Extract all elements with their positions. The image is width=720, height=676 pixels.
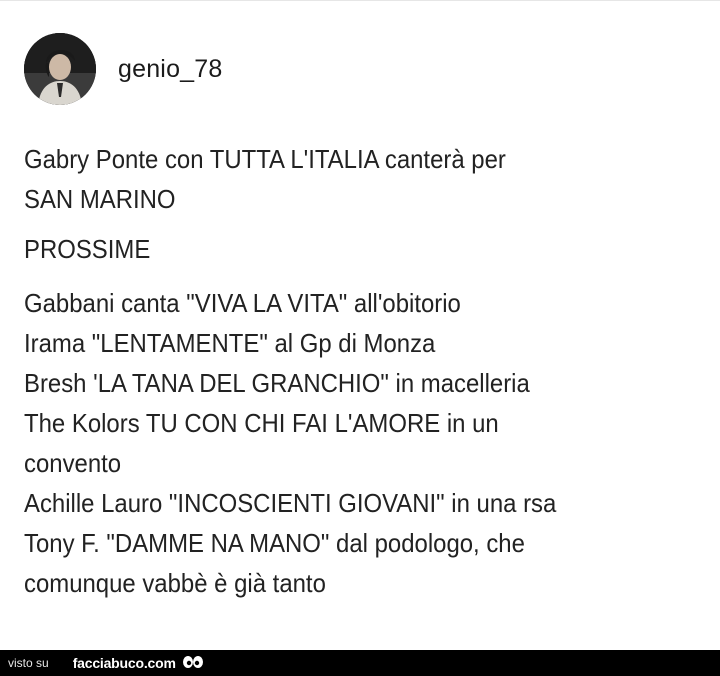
list-item: Gabbani canta "VIVA LA VITA" all'obitori… — [24, 288, 461, 318]
list-item: Tony F. "DAMME NA MANO" dal podologo, ch… — [24, 528, 525, 558]
list-item: The Kolors TU CON CHI FAI L'AMORE in un — [24, 408, 499, 438]
section-heading: PROSSIME — [24, 234, 151, 264]
list-item: comunque vabbè è già tanto — [24, 568, 326, 598]
user-avatar[interactable] — [24, 33, 96, 105]
watermark-footer: visto su facciabuco.com — [0, 650, 720, 676]
eyes-logo-icon — [182, 656, 203, 668]
post-title-line-2: SAN MARINO — [24, 184, 176, 214]
visto-su-label: visto su — [8, 656, 49, 670]
list-item: Achille Lauro "INCOSCIENTI GIOVANI" in u… — [24, 488, 557, 518]
post-title-line-1: Gabry Ponte con TUTTA L'ITALIA canterà p… — [24, 144, 506, 174]
post-text: Gabry Ponte con TUTTA L'ITALIA canterà p… — [24, 139, 640, 603]
user-avatar-photo-icon — [24, 33, 96, 105]
post-card: genio_78 Gabry Ponte con TUTTA L'ITALIA … — [0, 0, 720, 651]
post-header: genio_78 — [24, 33, 222, 105]
brand-name[interactable]: facciabuco.com — [73, 655, 176, 671]
username[interactable]: genio_78 — [118, 55, 222, 84]
list-item: Bresh 'LA TANA DEL GRANCHIO" in maceller… — [24, 368, 530, 398]
list-item: convento — [24, 448, 122, 478]
list-item: Irama "LENTAMENTE" al Gp di Monza — [24, 328, 436, 358]
